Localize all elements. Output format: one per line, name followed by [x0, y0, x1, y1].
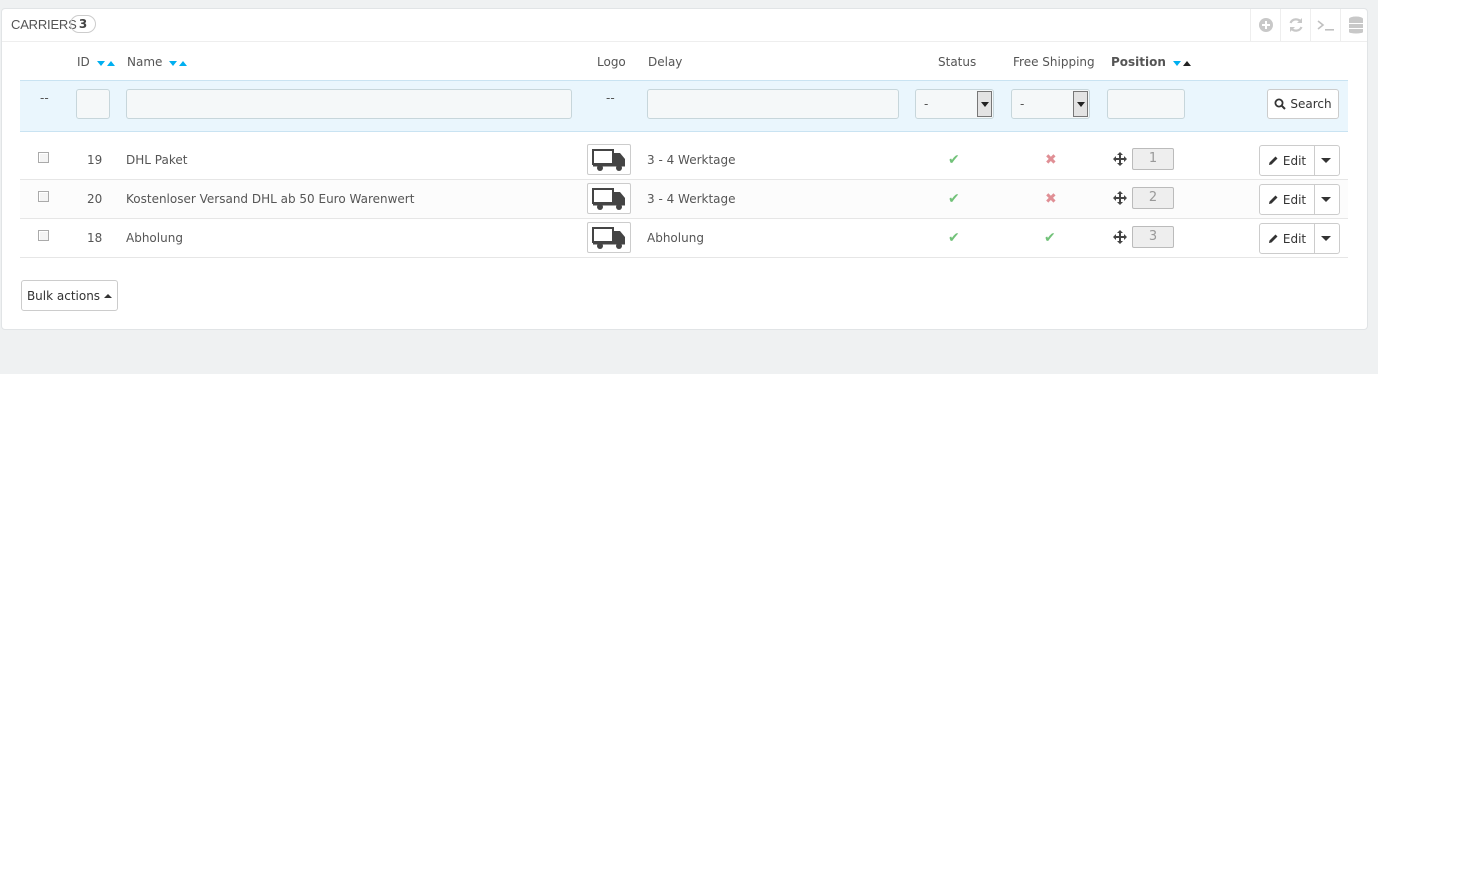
free-shipping-enabled-check-icon[interactable]: ✔: [1044, 230, 1056, 246]
row-name: Kostenloser Versand DHL ab 50 Euro Waren…: [126, 192, 415, 206]
edit-button-group: Edit: [1259, 184, 1340, 215]
panel-title: CARRIERS: [11, 17, 77, 32]
pencil-icon: [1268, 234, 1278, 243]
search-button-label: Search: [1290, 97, 1332, 111]
column-header-id-label: ID: [77, 55, 90, 69]
free-shipping-filter-select[interactable]: -: [1011, 89, 1090, 119]
edit-button-label: Edit: [1282, 153, 1307, 168]
edit-button[interactable]: Edit: [1260, 146, 1315, 175]
row-delay: Abholung: [647, 231, 704, 245]
id-filter-input[interactable]: [76, 89, 110, 119]
column-header-logo: Logo: [597, 55, 626, 69]
table-row: 18 Abholung Abholung ✔ ✔ 3 Edit: [20, 219, 1348, 258]
add-new-icon[interactable]: [1250, 9, 1280, 41]
dropdown-caret-icon[interactable]: [1321, 158, 1331, 163]
column-header-name[interactable]: Name: [127, 55, 188, 70]
chevron-down-icon[interactable]: [977, 91, 992, 117]
dropdown-caret-icon[interactable]: [1321, 197, 1331, 202]
pencil-icon: [1268, 195, 1278, 204]
table-row: 20 Kostenloser Versand DHL ab 50 Euro Wa…: [20, 180, 1348, 219]
carrier-count-badge: 3: [70, 15, 96, 33]
row-id: 18: [87, 231, 103, 245]
row-delay: 3 - 4 Werktage: [647, 153, 736, 167]
row-name: DHL Paket: [126, 153, 188, 167]
drag-handle-icon[interactable]: [1113, 230, 1127, 247]
sort-asc-icon[interactable]: [179, 60, 188, 66]
carrier-logo-truck-icon: [587, 183, 631, 214]
name-filter-input[interactable]: [126, 89, 572, 119]
status-enabled-check-icon[interactable]: ✔: [948, 230, 960, 246]
row-checkbox[interactable]: [38, 152, 49, 163]
carrier-logo-truck-icon: [587, 144, 631, 175]
table-row: 19 DHL Paket 3 - 4 Werktage ✔ ✖ 1 Edit: [20, 141, 1348, 180]
status-enabled-check-icon[interactable]: ✔: [948, 191, 960, 207]
status-filter-value: -: [924, 97, 929, 111]
panel-heading: CARRIERS 3: [2, 9, 1367, 42]
export-database-icon[interactable]: [1340, 9, 1370, 41]
caret-up-icon: [104, 293, 113, 298]
row-id: 20: [87, 192, 103, 206]
sort-desc-icon[interactable]: [169, 60, 178, 66]
position-value[interactable]: 3: [1132, 226, 1174, 248]
free-shipping-filter-value: -: [1020, 97, 1025, 111]
search-button[interactable]: Search: [1267, 89, 1339, 119]
status-enabled-check-icon[interactable]: ✔: [948, 152, 960, 168]
edit-button-group: Edit: [1259, 145, 1340, 176]
column-header-status: Status: [938, 55, 977, 69]
position-filter-input[interactable]: [1107, 89, 1185, 119]
sort-asc-active-icon[interactable]: [1183, 60, 1192, 66]
filter-row: -- -- - - Search: [20, 80, 1348, 132]
column-header-free-shipping: Free Shipping: [1013, 55, 1095, 69]
carrier-logo-truck-icon: [587, 222, 631, 253]
bulk-actions-label: Bulk actions: [26, 288, 101, 303]
logo-filter-placeholder: --: [606, 91, 615, 105]
delay-filter-input[interactable]: [647, 89, 899, 119]
status-filter-select[interactable]: -: [915, 89, 994, 119]
column-header-position-label: Position: [1111, 55, 1166, 69]
row-checkbox[interactable]: [38, 230, 49, 241]
row-delay: 3 - 4 Werktage: [647, 192, 736, 206]
drag-handle-icon[interactable]: [1113, 152, 1127, 169]
bulk-actions-button[interactable]: Bulk actions: [21, 280, 118, 311]
search-icon: [1274, 98, 1287, 110]
position-value[interactable]: 1: [1132, 148, 1174, 170]
sort-desc-icon[interactable]: [1173, 60, 1182, 66]
checkbox-filter-placeholder: --: [40, 91, 49, 105]
row-id: 19: [87, 153, 103, 167]
row-name: Abholung: [126, 231, 183, 245]
position-value[interactable]: 2: [1132, 187, 1174, 209]
edit-button[interactable]: Edit: [1260, 185, 1315, 214]
refresh-icon[interactable]: [1280, 9, 1310, 41]
drag-handle-icon[interactable]: [1113, 191, 1127, 208]
column-header-position[interactable]: Position: [1111, 55, 1192, 70]
column-header-name-label: Name: [127, 55, 163, 69]
sort-desc-icon[interactable]: [96, 60, 105, 66]
free-shipping-disabled-x-icon[interactable]: ✖: [1045, 152, 1057, 168]
pencil-icon: [1268, 156, 1278, 165]
dropdown-caret-icon[interactable]: [1321, 236, 1331, 241]
sort-asc-icon[interactable]: [106, 60, 115, 66]
edit-button[interactable]: Edit: [1260, 224, 1315, 253]
edit-button-group: Edit: [1259, 223, 1340, 254]
sql-query-icon[interactable]: [1310, 9, 1340, 41]
edit-button-label: Edit: [1282, 231, 1307, 246]
chevron-down-icon[interactable]: [1073, 91, 1088, 117]
edit-button-label: Edit: [1282, 192, 1307, 207]
free-shipping-disabled-x-icon[interactable]: ✖: [1045, 191, 1057, 207]
row-checkbox[interactable]: [38, 191, 49, 202]
column-header-id[interactable]: ID: [77, 55, 115, 70]
column-header-delay: Delay: [648, 55, 683, 69]
